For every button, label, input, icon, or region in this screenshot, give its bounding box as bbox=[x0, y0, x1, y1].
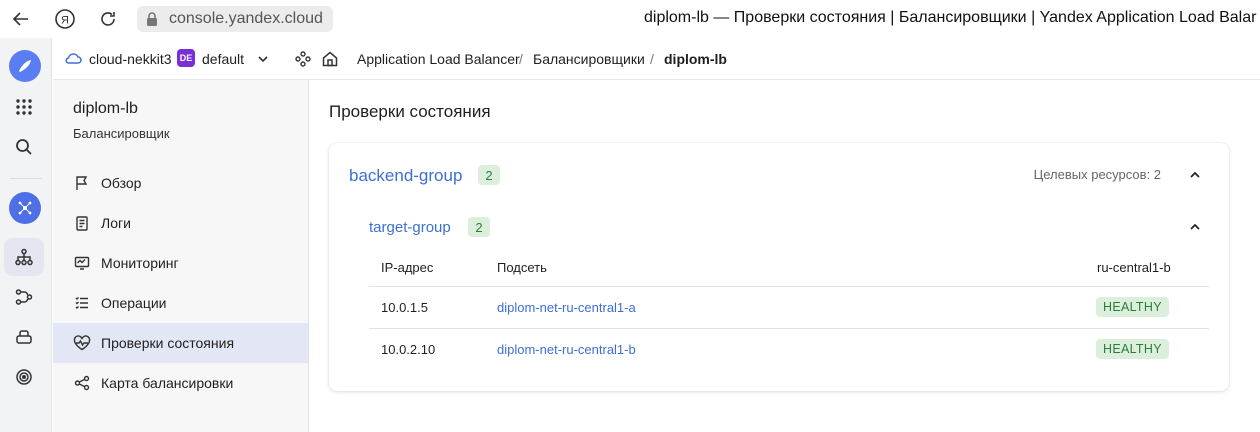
address-url: console.yandex.cloud bbox=[169, 10, 323, 27]
backend-group-link[interactable]: backend-group bbox=[349, 166, 462, 186]
routers-icon[interactable] bbox=[4, 278, 44, 316]
targets-count: Целевых ресурсов: 2 bbox=[1033, 167, 1161, 182]
sidebar-item-label: Операции bbox=[101, 295, 167, 311]
breadcrumb-balancers[interactable]: Балансировщики bbox=[533, 51, 645, 67]
target-groups-icon[interactable] bbox=[4, 358, 44, 396]
back-arrow-icon[interactable] bbox=[10, 8, 32, 30]
flag-icon bbox=[73, 174, 91, 192]
collapse-backend-group-button[interactable] bbox=[1185, 165, 1205, 185]
svg-text:Я: Я bbox=[61, 15, 69, 27]
left-rail bbox=[0, 38, 52, 432]
address-bar[interactable]: console.yandex.cloud bbox=[137, 6, 333, 32]
column-header-zone: ru-central1-b bbox=[1097, 260, 1171, 275]
sidebar-item-balancing-map[interactable]: Карта балансировки bbox=[53, 363, 308, 403]
chevron-up-icon bbox=[1190, 223, 1200, 230]
subnet-link[interactable]: diplom-net-ru-central1-a bbox=[497, 300, 636, 315]
heartbeat-icon bbox=[73, 334, 91, 352]
sidebar-item-overview[interactable]: Обзор bbox=[53, 163, 308, 203]
cloud-icon bbox=[65, 53, 82, 64]
folder-badge: DE bbox=[177, 49, 195, 67]
sidebar-item-logs[interactable]: Логи bbox=[53, 203, 308, 243]
cloud-name[interactable]: cloud-nekkit3 bbox=[89, 51, 172, 67]
breadcrumb-current: diplom-lb bbox=[664, 51, 727, 67]
logs-icon bbox=[73, 214, 91, 232]
browser-bar: Я console.yandex.cloud diplom-lb — Прове… bbox=[0, 0, 1260, 38]
table-divider bbox=[369, 286, 1209, 287]
breadcrumb-separator: / bbox=[650, 51, 654, 67]
reload-icon[interactable] bbox=[97, 8, 119, 30]
breadcrumb-separator: / bbox=[519, 51, 523, 67]
all-services-icon[interactable] bbox=[4, 88, 44, 126]
section-title: Проверки состояния bbox=[329, 102, 491, 121]
yandex-browser-icon[interactable]: Я bbox=[54, 8, 76, 30]
sidebar-item-health-checks[interactable]: Проверки состояния bbox=[53, 323, 308, 363]
target-group-count-badge: 2 bbox=[468, 217, 490, 237]
map-icon bbox=[73, 374, 91, 392]
chevron-down-icon[interactable] bbox=[256, 52, 270, 66]
backend-group-count-badge: 2 bbox=[478, 165, 500, 185]
folder-name[interactable]: default bbox=[202, 51, 244, 67]
breadcrumb-bar: cloud-nekkit3 DE default Application Loa… bbox=[53, 38, 1260, 80]
sidebar-item-operations[interactable]: Операции bbox=[53, 283, 308, 323]
page-title: diplom-lb — Проверки состояния | Баланси… bbox=[644, 9, 1257, 26]
home-icon[interactable] bbox=[321, 50, 339, 68]
collapse-target-group-button[interactable] bbox=[1185, 217, 1205, 237]
breadcrumb-alb[interactable]: Application Load Balancer bbox=[357, 51, 520, 67]
load-balancer-service-icon[interactable] bbox=[9, 192, 41, 224]
lock-icon bbox=[147, 12, 157, 26]
resource-name: diplom-lb bbox=[73, 100, 138, 117]
balancers-icon[interactable] bbox=[4, 238, 44, 276]
backend-groups-icon[interactable] bbox=[4, 318, 44, 356]
sidebar-item-label: Проверки состояния bbox=[101, 335, 235, 351]
sidebar-item-label: Карта балансировки bbox=[101, 375, 234, 391]
status-badge: HEALTHY bbox=[1096, 339, 1169, 359]
operations-icon bbox=[73, 294, 91, 312]
sidebar-item-monitoring[interactable]: Мониторинг bbox=[53, 243, 308, 283]
yandex-cloud-logo-icon[interactable] bbox=[9, 50, 41, 82]
resource-type: Балансировщик bbox=[73, 126, 170, 141]
ip-address: 10.0.1.5 bbox=[381, 300, 428, 315]
sidebar-item-label: Обзор bbox=[101, 175, 142, 191]
table-divider bbox=[369, 328, 1209, 329]
subnet-link[interactable]: diplom-net-ru-central1-b bbox=[497, 342, 636, 357]
chevron-up-icon bbox=[1190, 171, 1200, 178]
backend-group-card: backend-group 2 Целевых ресурсов: 2 targ… bbox=[329, 143, 1229, 391]
sidebar-item-label: Логи bbox=[101, 215, 131, 231]
column-header-subnet: Подсеть bbox=[497, 260, 547, 275]
resource-sidebar: diplom-lb Балансировщик Обзор Логи Монит… bbox=[53, 80, 309, 432]
monitoring-icon bbox=[73, 254, 91, 272]
rail-divider bbox=[10, 178, 42, 179]
ip-address: 10.0.2.10 bbox=[381, 342, 436, 357]
status-badge: HEALTHY bbox=[1096, 297, 1169, 317]
search-icon[interactable] bbox=[4, 128, 44, 166]
target-group-link[interactable]: target-group bbox=[369, 219, 451, 236]
sidebar-item-label: Мониторинг bbox=[101, 255, 179, 271]
column-header-ip: IP-адрес bbox=[381, 260, 434, 275]
service-switch-icon[interactable] bbox=[295, 51, 311, 67]
